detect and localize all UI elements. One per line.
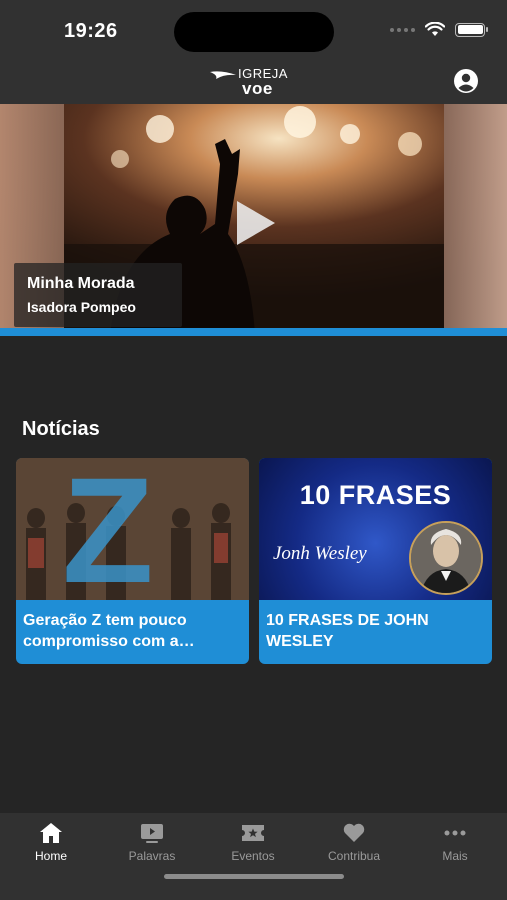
news-card[interactable]: Z Geração Z tem pouco compromisso com a… <box>16 458 249 664</box>
tab-mais[interactable]: Mais <box>415 813 495 873</box>
tab-eventos[interactable]: Eventos <box>213 813 293 873</box>
featured-video[interactable]: Minha Morada Isadora Pompeo <box>0 104 507 334</box>
tab-label: Contribua <box>327 849 381 863</box>
image-heading: 10 FRASES <box>299 480 452 510</box>
video-icon <box>141 824 163 843</box>
next-slide-peek <box>444 104 507 334</box>
status-time: 19:26 <box>64 20 118 42</box>
app-logo: IGREJA voe <box>206 64 306 98</box>
z-letter: Z <box>62 458 154 600</box>
more-icon <box>444 830 466 836</box>
portrait-image <box>409 521 483 595</box>
play-icon[interactable] <box>231 199 279 247</box>
logo-line2: voe <box>242 79 273 98</box>
tab-bar: Home Palavras Eventos Contribua Mais <box>0 813 507 900</box>
status-bar: 19:26 <box>0 0 507 60</box>
signal-icon <box>390 27 415 32</box>
news-card[interactable]: 10 FRASES Jonh Wesley 10 FRASES DE JOHN … <box>259 458 492 664</box>
home-icon <box>40 823 62 843</box>
news-card-title: Geração Z tem pouco compromisso com a… <box>23 612 195 650</box>
news-card-image: Z <box>16 458 249 600</box>
ticket-icon <box>242 825 264 841</box>
image-name: Jonh Wesley <box>273 543 367 564</box>
wing-logo-icon <box>210 71 236 79</box>
tab-palavras[interactable]: Palavras <box>112 813 192 873</box>
tab-label: Mais <box>442 849 468 863</box>
video-progress-bar <box>0 328 507 336</box>
home-indicator[interactable] <box>164 874 344 879</box>
status-icons <box>390 22 488 37</box>
battery-icon <box>455 22 488 37</box>
video-title: Minha Morada <box>27 275 135 292</box>
dynamic-island <box>174 12 334 52</box>
tab-label: Eventos <box>231 849 275 863</box>
tab-label: Home <box>34 849 67 863</box>
wifi-icon <box>425 22 445 36</box>
video-caption: Minha Morada Isadora Pompeo <box>14 263 182 327</box>
news-section-title: Notícias <box>22 418 100 440</box>
tab-contribua[interactable]: Contribua <box>314 813 394 873</box>
app-header: IGREJA voe <box>0 60 507 104</box>
heart-icon <box>343 823 365 842</box>
profile-icon[interactable] <box>453 68 479 94</box>
news-card-image: 10 FRASES Jonh Wesley <box>259 458 492 600</box>
news-card-title: 10 FRASES DE JOHN WESLEY <box>266 612 429 650</box>
video-artist: Isadora Pompeo <box>27 299 136 315</box>
tab-label: Palavras <box>128 849 176 863</box>
tab-home[interactable]: Home <box>11 813 91 873</box>
